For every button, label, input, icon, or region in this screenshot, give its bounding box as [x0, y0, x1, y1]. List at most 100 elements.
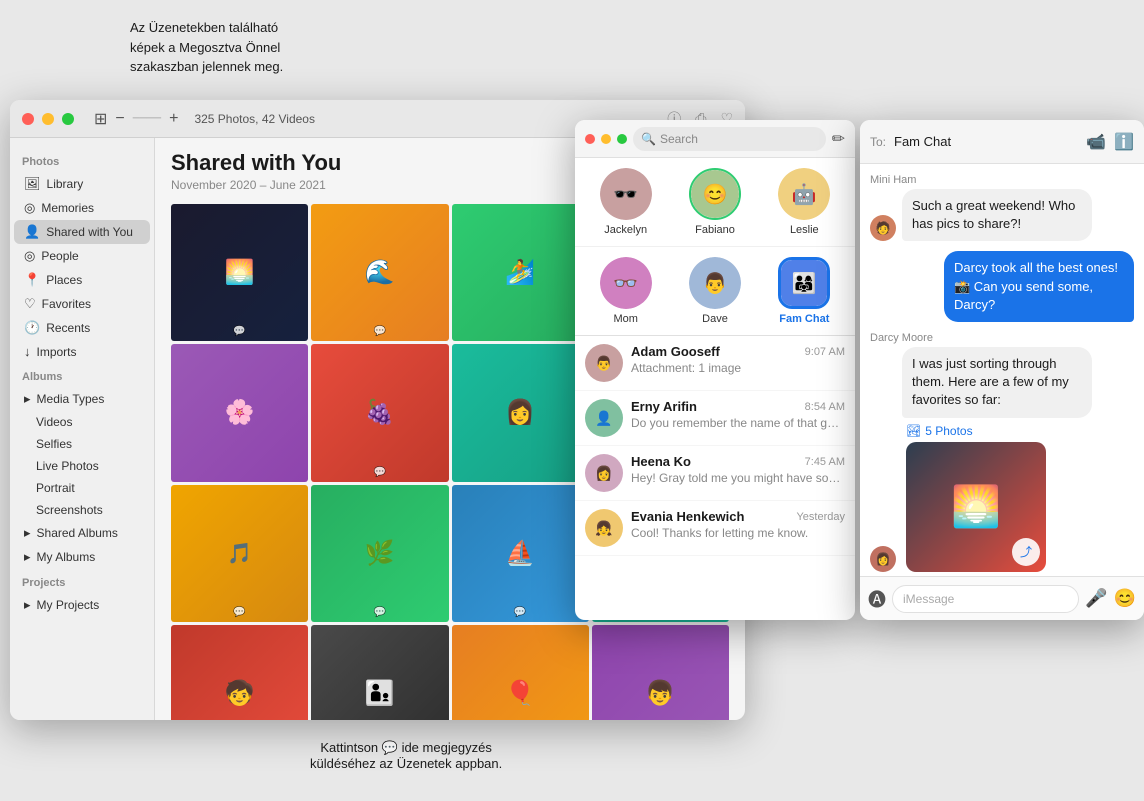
message-row-outgoing: Darcy took all the best ones! 📸 Can you … — [870, 251, 1134, 322]
photo-cell[interactable]: 👩 — [452, 344, 589, 481]
sidebar-item-selfies[interactable]: Selfies — [14, 433, 150, 455]
comment-icon[interactable]: 💬 — [233, 326, 245, 337]
minimize-button[interactable] — [42, 113, 54, 125]
sidebar-item-shared-albums[interactable]: ▸ Shared Albums — [14, 521, 150, 545]
messages-window: 🔍 Search ✏ 🕶️ Jackelyn 😊 Fabiano — [575, 120, 855, 620]
photo-cell[interactable]: 🍇 💬 — [311, 344, 448, 481]
messages-titlebar: 🔍 Search ✏ — [575, 120, 855, 158]
comment-icon[interactable]: 💬 — [374, 467, 386, 478]
photo-cell[interactable]: 👨‍👦 💬 — [311, 625, 448, 720]
message-input-field[interactable]: iMessage — [892, 585, 1079, 613]
close-button[interactable] — [22, 113, 34, 125]
video-call-button[interactable]: 📹 — [1086, 132, 1106, 152]
sidebar-item-recents[interactable]: 🕐 Recents — [14, 316, 150, 340]
message-row-mini-ham: 🧑 Such a great weekend! Who has pics to … — [870, 189, 1134, 241]
sidebar-item-videos[interactable]: Videos — [14, 411, 150, 433]
conversation-list: 👨 Adam Gooseff 9:07 AM Attachment: 1 ima… — [575, 336, 855, 620]
photo-cell[interactable]: ⛵ 💬 — [452, 485, 589, 622]
sender-name-darcy: Darcy Moore — [870, 332, 1134, 344]
mom-avatar: 👓 — [613, 271, 638, 296]
emoji-icon[interactable]: 😊 — [1114, 588, 1136, 609]
sidebar-item-library[interactable]: 🖼 Library — [14, 172, 150, 196]
comment-icon[interactable]: 💬 — [374, 326, 386, 337]
chat-titlebar: To: Fam Chat 📹 ℹ️ — [860, 120, 1144, 164]
photo-share-button[interactable]: ⤴ — [1012, 538, 1040, 566]
messages-search-bar[interactable]: 🔍 Search — [633, 127, 826, 151]
photo-cell[interactable]: 🎵 💬 — [171, 485, 308, 622]
media-types-icon: ▸ — [24, 391, 31, 407]
sidebar-item-memories[interactable]: ◎ Memories — [14, 196, 150, 220]
jackelyn-avatar: 🕶️ — [613, 182, 638, 207]
adam-avatar: 👨 — [585, 344, 623, 382]
pinned-contact-leslie[interactable]: 🤖 Leslie — [762, 168, 847, 236]
photo-cell[interactable]: 🌿 💬 — [311, 485, 448, 622]
conversation-evania-henkewich[interactable]: 👧 Evania Henkewich Yesterday Cool! Thank… — [575, 501, 855, 556]
app-store-icon[interactable]: 🅐 — [868, 586, 886, 612]
chat-recipient: Fam Chat — [894, 134, 1078, 149]
zoom-in-icon[interactable]: + — [169, 110, 178, 128]
toolbar-controls: ⊞ − ──── + — [94, 109, 178, 129]
photos-sidebar: Photos 🖼 Library ◎ Memories 👤 Shared wit… — [10, 138, 155, 720]
dave-avatar: 👨 — [703, 271, 728, 296]
albums-section-title: Albums — [10, 363, 154, 387]
pinned-contacts-row1: 🕶️ Jackelyn 😊 Fabiano 🤖 Leslie — [575, 158, 855, 247]
sidebar-item-screenshots[interactable]: Screenshots — [14, 499, 150, 521]
slideshow-icon[interactable]: ⊞ — [94, 109, 107, 129]
places-icon: 📍 — [24, 272, 40, 288]
zoom-out-icon[interactable]: − — [115, 110, 124, 128]
my-albums-icon: ▸ — [24, 549, 31, 565]
conversation-erny-arifin[interactable]: 👤 Erny Arifin 8:54 AM Do you remember th… — [575, 391, 855, 446]
photo-cell[interactable]: 🌊 💬 — [311, 204, 448, 341]
message-bubble-outgoing: Darcy took all the best ones! 📸 Can you … — [944, 251, 1134, 322]
photo-cell[interactable]: 🏄 — [452, 204, 589, 341]
photo-cell[interactable]: 🎈 💬 — [452, 625, 589, 720]
pinned-contact-mom[interactable]: 👓 Mom — [583, 257, 668, 325]
sidebar-item-media-types[interactable]: ▸ Media Types — [14, 387, 150, 411]
to-label: To: — [870, 135, 886, 149]
photo-cell[interactable]: 🌅 💬 — [171, 204, 308, 341]
messages-fullscreen-button[interactable] — [617, 134, 627, 144]
pinned-contact-fam-chat[interactable]: 👨‍👩‍👧 Fam Chat — [762, 257, 847, 325]
fabiano-avatar: 😊 — [703, 182, 728, 207]
imports-icon: ↓ — [24, 344, 31, 359]
sidebar-item-favorites[interactable]: ♡ Favorites — [14, 292, 150, 316]
comment-icon[interactable]: 💬 — [233, 607, 245, 618]
sidebar-item-places[interactable]: 📍 Places — [14, 268, 150, 292]
chat-input-bar: 🅐 iMessage 🎤 😊 — [860, 576, 1144, 620]
conversation-heena-ko[interactable]: 👩 Heena Ko 7:45 AM Hey! Gray told me you… — [575, 446, 855, 501]
sidebar-item-my-projects[interactable]: ▸ My Projects — [14, 593, 150, 617]
pinned-contact-dave[interactable]: 👨 Dave — [672, 257, 757, 325]
sidebar-item-shared-with-you[interactable]: 👤 Shared with You — [14, 220, 150, 244]
search-placeholder: Search — [660, 132, 698, 146]
my-projects-icon: ▸ — [24, 597, 31, 613]
pinned-contact-fabiano[interactable]: 😊 Fabiano — [672, 168, 757, 236]
messages-minimize-button[interactable] — [601, 134, 611, 144]
library-icon: 🖼 — [24, 176, 41, 192]
sidebar-item-portrait[interactable]: Portrait — [14, 477, 150, 499]
message-bubble-darcy: I was just sorting through them. Here ar… — [902, 347, 1092, 418]
comment-icon[interactable]: 💬 — [374, 607, 386, 618]
fam-chat-avatar: 👨‍👩‍👧 — [792, 271, 817, 296]
input-placeholder: iMessage — [903, 592, 954, 606]
audio-icon[interactable]: 🎤 — [1085, 588, 1107, 609]
shared-icon: 👤 — [24, 224, 40, 240]
chat-window: To: Fam Chat 📹 ℹ️ Mini Ham 🧑 Such a grea… — [860, 120, 1144, 620]
photo-preview[interactable]: 🌅 ⤴ — [906, 442, 1046, 572]
photo-cell[interactable]: 👦 — [592, 625, 729, 720]
photo-cell[interactable]: 🌸 — [171, 344, 308, 481]
sidebar-item-people[interactable]: ◎ People — [14, 244, 150, 268]
sidebar-item-my-albums[interactable]: ▸ My Albums — [14, 545, 150, 569]
memories-icon: ◎ — [24, 200, 35, 216]
compose-button[interactable]: ✏ — [832, 129, 845, 149]
chat-info-button[interactable]: ℹ️ — [1114, 132, 1134, 152]
photo-cell[interactable]: 🧒 💬 — [171, 625, 308, 720]
pinned-contact-jackelyn[interactable]: 🕶️ Jackelyn — [583, 168, 668, 236]
conversation-adam-gooseff[interactable]: 👨 Adam Gooseff 9:07 AM Attachment: 1 ima… — [575, 336, 855, 391]
sidebar-item-imports[interactable]: ↓ Imports — [14, 340, 150, 363]
comment-icon[interactable]: 💬 — [514, 607, 526, 618]
messages-close-button[interactable] — [585, 134, 595, 144]
sidebar-item-live-photos[interactable]: Live Photos — [14, 455, 150, 477]
message-group-mini-ham: Mini Ham 🧑 Such a great weekend! Who has… — [870, 174, 1134, 241]
fullscreen-button[interactable] — [62, 113, 74, 125]
photos-badge[interactable]: 🏞 5 Photos — [906, 424, 973, 438]
